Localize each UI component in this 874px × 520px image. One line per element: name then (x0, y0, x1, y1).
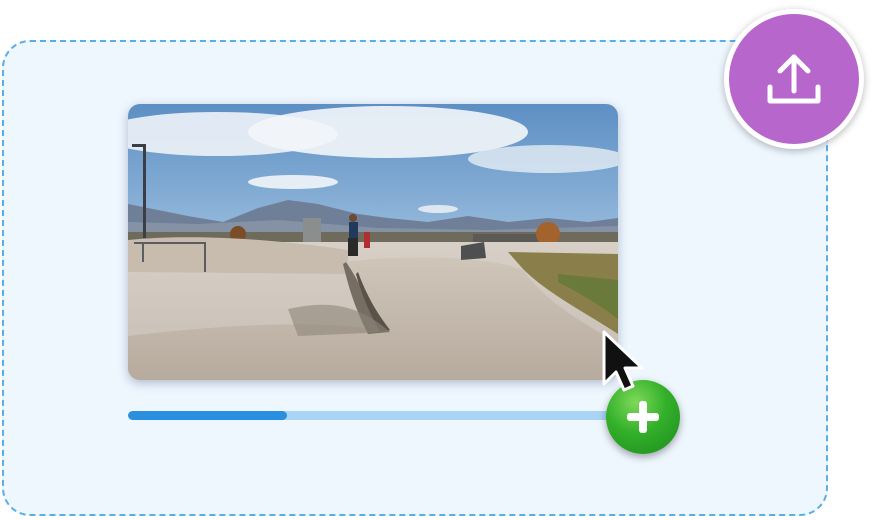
upload-icon (767, 54, 821, 104)
upload-stage: 0.31 (0, 0, 874, 520)
upload-progress-fill (128, 411, 287, 420)
arrow-cursor-icon (602, 330, 644, 392)
upload-button[interactable] (724, 9, 864, 149)
upload-progress-bar: 0.31 (128, 411, 640, 420)
dragged-image-thumbnail[interactable] (128, 104, 618, 380)
skatepark-image (128, 104, 618, 380)
plus-icon (627, 401, 659, 433)
